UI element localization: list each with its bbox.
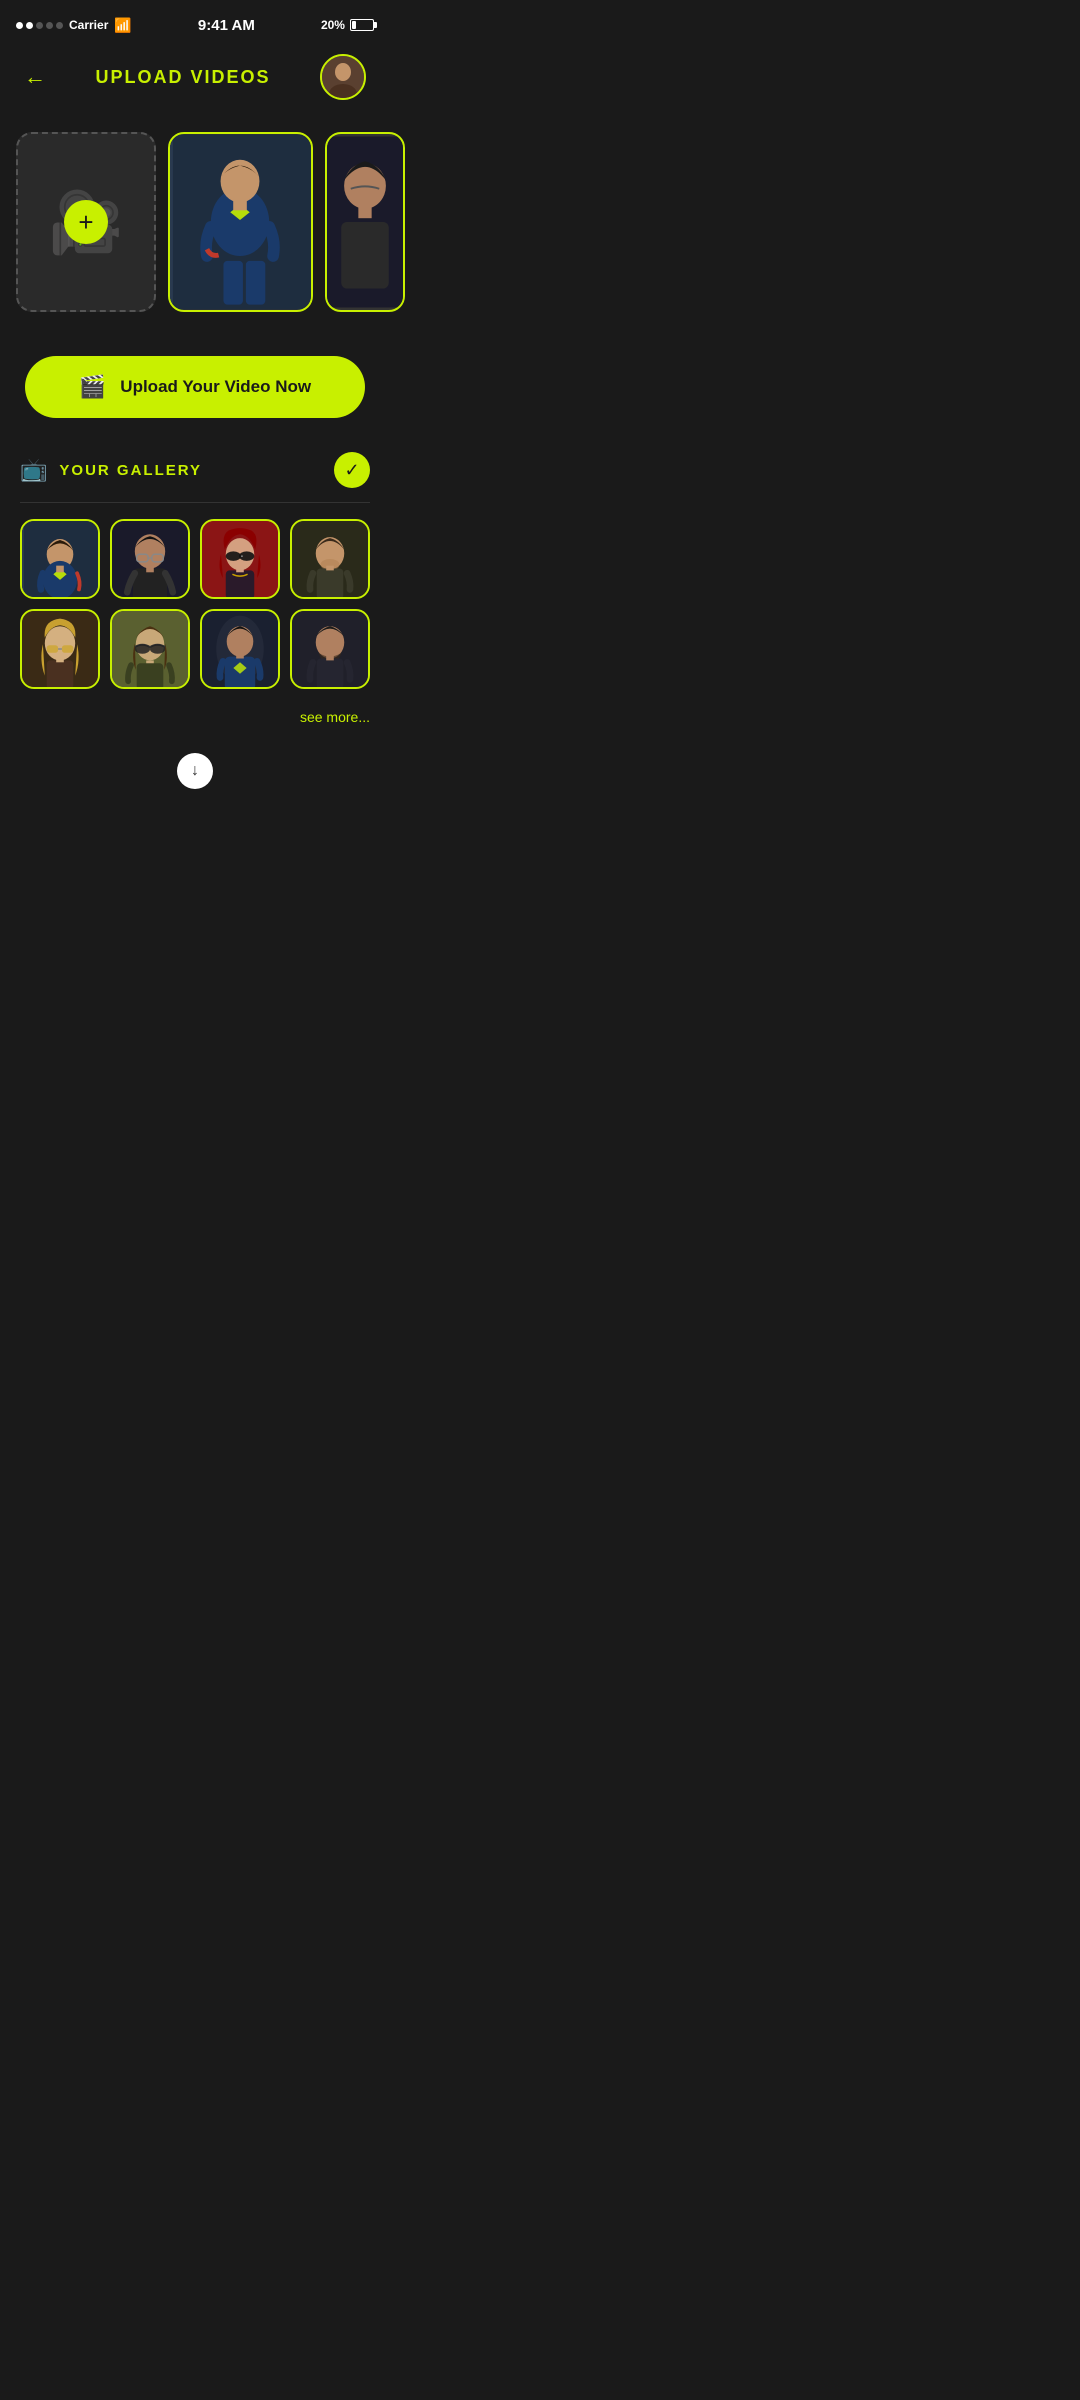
gallery-img-7 (202, 611, 278, 687)
gallery-header: 📺 YOUR GALLERY ✓ (20, 452, 370, 503)
plus-icon: + (78, 207, 93, 238)
video-thumbnail-2[interactable] (325, 132, 405, 312)
carrier-label: Carrier (69, 18, 108, 32)
see-more-link[interactable]: see more... (20, 705, 370, 741)
gallery-grid (20, 503, 370, 705)
gallery-img-5 (22, 611, 98, 687)
video-preview-section: 🎥 + (0, 116, 390, 332)
back-button[interactable]: ← (24, 64, 46, 90)
page-title: UPLOAD VIDEOS (95, 67, 270, 88)
gallery-item-8[interactable] (290, 609, 370, 689)
scroll-down-button[interactable]: ↓ (177, 753, 213, 789)
upload-button-label: Upload Your Video Now (120, 377, 311, 397)
scroll-down-icon: ↓ (191, 762, 199, 780)
video-thumb-svg-2 (327, 134, 403, 310)
avatar-image (322, 56, 364, 98)
gallery-img-8 (292, 611, 368, 687)
gallery-img-4 (292, 521, 368, 597)
gallery-item-1[interactable] (20, 519, 100, 599)
upload-button-section: 🎬 Upload Your Video Now (0, 332, 390, 442)
video-thumbnail-1[interactable] (168, 132, 313, 312)
gallery-tv-icon: 📺 (20, 457, 47, 483)
gallery-item-4[interactable] (290, 519, 370, 599)
gallery-section: 📺 YOUR GALLERY ✓ (0, 442, 390, 741)
gallery-item-7[interactable] (200, 609, 280, 689)
check-mark: ✓ (344, 460, 359, 481)
signal-dot-3 (36, 22, 43, 29)
gallery-check-icon: ✓ (334, 452, 370, 488)
gallery-item-6[interactable] (110, 609, 190, 689)
signal-dot-2 (26, 22, 33, 29)
bottom-bar: ↓ (0, 741, 390, 809)
video-thumb-svg-1 (170, 134, 311, 310)
status-left: Carrier 📶 (16, 17, 132, 34)
gallery-img-6 (112, 611, 188, 687)
battery-label: 20% (321, 18, 345, 32)
gallery-img-1 (22, 521, 98, 597)
avatar-svg (322, 56, 364, 98)
gallery-title: YOUR GALLERY (59, 462, 322, 479)
wifi-icon: 📶 (114, 17, 131, 34)
add-video-box[interactable]: 🎥 + (16, 132, 156, 312)
signal-dots (16, 22, 63, 29)
time-display: 9:41 AM (198, 17, 255, 34)
upload-button[interactable]: 🎬 Upload Your Video Now (25, 356, 365, 418)
upload-camera-icon: 🎬 (79, 374, 106, 400)
signal-dot-5 (56, 22, 63, 29)
battery-icon (350, 19, 374, 31)
signal-dot-1 (16, 22, 23, 29)
gallery-img-2 (112, 521, 188, 597)
gallery-item-5[interactable] (20, 609, 100, 689)
signal-dot-4 (46, 22, 53, 29)
gallery-item-3[interactable] (200, 519, 280, 599)
header: ← UPLOAD VIDEOS (0, 44, 390, 116)
status-right: 20% (321, 18, 374, 32)
add-plus-button[interactable]: + (64, 200, 108, 244)
avatar[interactable] (320, 54, 366, 100)
status-bar: Carrier 📶 9:41 AM 20% (0, 0, 390, 44)
gallery-item-2[interactable] (110, 519, 190, 599)
gallery-img-3 (202, 521, 278, 597)
battery-fill (352, 21, 356, 29)
